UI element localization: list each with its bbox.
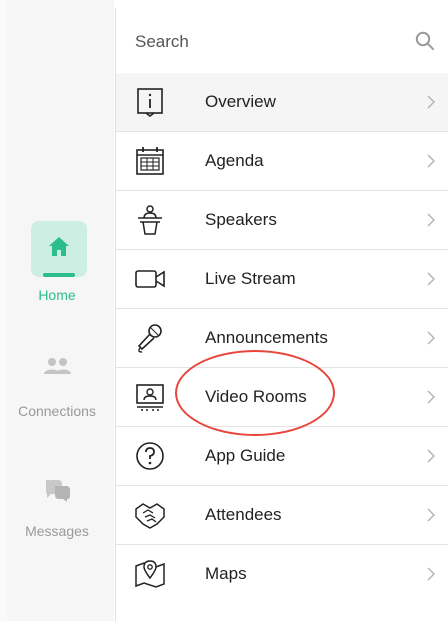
microphone-icon — [137, 324, 162, 353]
nav-home[interactable]: Home — [0, 221, 114, 303]
search-placeholder: Search — [135, 32, 189, 51]
menu-item-label: Live Stream — [205, 269, 296, 288]
bottom-navigation-rail: Home Connections Messages — [0, 0, 114, 621]
menu-item-label: Agenda — [205, 151, 264, 170]
chevron-right-icon — [427, 567, 435, 581]
menu-item-live-stream[interactable]: Live Stream — [116, 250, 448, 309]
calendar-icon — [136, 147, 164, 175]
chat-bubbles-icon — [46, 480, 70, 502]
info-icon — [137, 88, 163, 117]
menu-panel: Search Overview Agenda Speakers Live Str… — [115, 8, 448, 621]
home-icon — [49, 237, 69, 256]
menu-item-announcements[interactable]: Announcements — [116, 309, 448, 368]
nav-connections[interactable]: Connections — [0, 350, 114, 425]
menu-item-label: Attendees — [205, 505, 282, 524]
search-input[interactable]: Search — [116, 8, 448, 74]
chevron-right-icon — [427, 95, 435, 109]
nav-messages-label: Messages — [25, 523, 89, 539]
menu-item-maps[interactable]: Maps — [116, 545, 448, 603]
chevron-right-icon — [427, 331, 435, 345]
menu-item-speakers[interactable]: Speakers — [116, 191, 448, 250]
menu-item-label: Speakers — [205, 210, 277, 229]
menu-item-overview[interactable]: Overview — [116, 73, 448, 132]
people-icon — [44, 358, 71, 374]
nav-connections-label: Connections — [18, 403, 96, 419]
chevron-right-icon — [427, 154, 435, 168]
menu-item-app-guide[interactable]: App Guide — [116, 427, 448, 486]
menu-item-agenda[interactable]: Agenda — [116, 132, 448, 191]
menu-item-label: Video Rooms — [205, 387, 307, 406]
podium-icon — [138, 205, 162, 235]
video-room-icon — [136, 384, 164, 411]
menu-item-label: Announcements — [205, 328, 328, 347]
menu-item-video-rooms[interactable]: Video Rooms — [116, 368, 448, 427]
home-tile — [31, 221, 87, 277]
home-active-indicator — [43, 273, 75, 277]
menu-item-label: App Guide — [205, 446, 286, 465]
chevron-right-icon — [427, 390, 435, 404]
nav-messages[interactable]: Messages — [0, 470, 114, 545]
chevron-right-icon — [427, 449, 435, 463]
menu-item-attendees[interactable]: Attendees — [116, 486, 448, 545]
menu-item-label: Overview — [205, 92, 276, 111]
chevron-right-icon — [427, 213, 435, 227]
video-camera-icon — [135, 270, 165, 288]
question-icon — [136, 442, 164, 470]
map-pin-icon — [135, 560, 165, 588]
nav-home-label: Home — [38, 287, 76, 303]
handshake-icon — [135, 503, 165, 529]
menu-item-label: Maps — [205, 564, 247, 583]
chevron-right-icon — [427, 508, 435, 522]
search-icon[interactable] — [415, 31, 435, 51]
chevron-right-icon — [427, 272, 435, 286]
